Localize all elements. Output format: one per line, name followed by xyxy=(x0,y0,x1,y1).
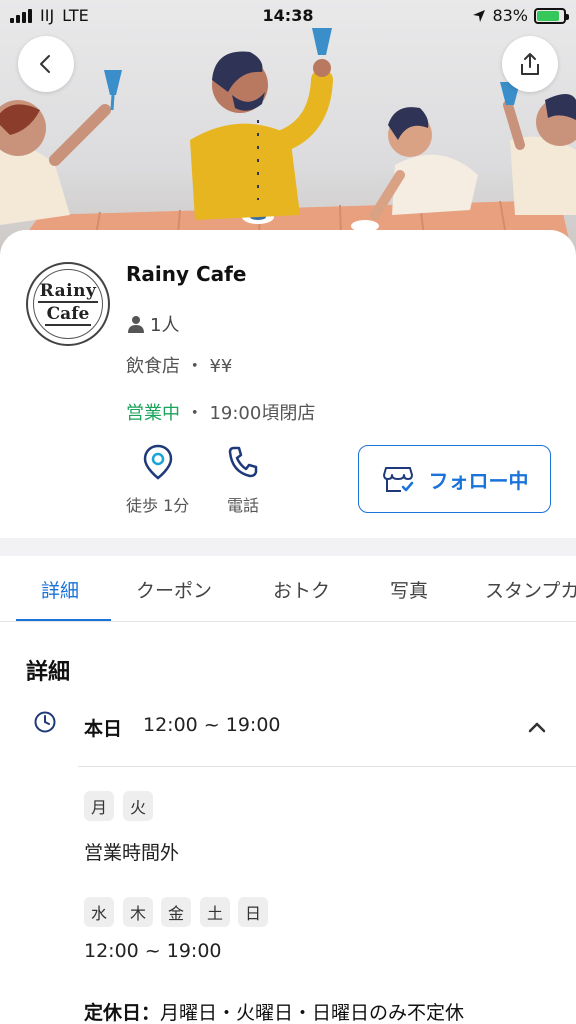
logo-text-line2: Cafe xyxy=(44,303,92,326)
day-chip: 火 xyxy=(123,791,153,821)
battery-icon xyxy=(534,7,569,24)
follow-button[interactable]: フォロー中 xyxy=(358,445,551,513)
shop-category: 飲食店 ・ ¥¥ xyxy=(126,356,233,377)
tab-coupons[interactable]: クーポン xyxy=(136,576,212,603)
shop-name: Rainy Cafe xyxy=(126,262,247,286)
day-chip: 日 xyxy=(238,897,268,927)
shop-logo-inner: Rainy Cafe xyxy=(33,269,103,339)
store-check-icon xyxy=(382,467,413,492)
open-status-label: 営業中 xyxy=(126,403,180,424)
status-right: 83% xyxy=(472,6,569,25)
follow-label: フォロー中 xyxy=(428,468,529,493)
walk-directions-button[interactable]: 徒歩 1分 xyxy=(126,444,189,516)
share-icon xyxy=(521,53,539,75)
schedule-text: 営業時間外 xyxy=(84,842,180,864)
open-status: 営業中 ・ 19:00頃閉店 xyxy=(126,399,315,425)
active-tab-indicator xyxy=(16,619,111,621)
schedule-text: 12:00 ~ 19:00 xyxy=(84,940,222,962)
tab-stamp-card[interactable]: スタンプカ xyxy=(485,576,576,603)
day-chip: 木 xyxy=(123,897,153,927)
closing-time-label: ・ 19:00頃閉店 xyxy=(180,403,316,424)
today-hours-row[interactable]: 本日 12:00 ~ 19:00 xyxy=(0,700,576,766)
holiday-label: 定休日： xyxy=(84,1002,161,1024)
day-chip: 月 xyxy=(84,791,114,821)
share-button[interactable] xyxy=(502,36,558,92)
day-chip: 土 xyxy=(200,897,230,927)
holiday-value: 月曜日・火曜日・日曜日のみ不定休 xyxy=(160,1002,465,1024)
shop-logo: Rainy Cafe xyxy=(26,262,110,346)
section-separator xyxy=(0,538,576,556)
today-hours: 12:00 ~ 19:00 xyxy=(143,714,281,736)
phone-button[interactable]: 電話 xyxy=(226,444,260,516)
day-chip: 水 xyxy=(84,897,114,927)
followers-label: 1人 xyxy=(150,315,180,336)
chevron-left-icon xyxy=(40,55,50,73)
tab-deals[interactable]: おトク xyxy=(273,576,330,603)
person-icon xyxy=(128,316,144,333)
logo-text-line1: Rainy xyxy=(37,280,99,303)
location-arrow-icon xyxy=(473,9,486,22)
regular-holiday: 定休日：月曜日・火曜日・日曜日のみ不定休 xyxy=(84,998,464,1024)
followers-count: 1人 xyxy=(126,311,179,337)
phone-label: 電話 xyxy=(226,496,259,515)
back-button[interactable] xyxy=(18,36,74,92)
detail-divider xyxy=(78,766,576,767)
today-label: 本日 xyxy=(84,718,123,740)
clock-icon xyxy=(34,711,56,733)
walk-label: 徒歩 1分 xyxy=(126,496,190,515)
battery-percent: 83% xyxy=(492,6,528,25)
day-chip: 金 xyxy=(161,897,191,927)
chevron-up-icon[interactable] xyxy=(526,716,548,738)
status-bar: IIJ LTE 14:38 83% xyxy=(0,0,576,32)
detail-section-title: 詳細 xyxy=(26,660,71,685)
battery-fill xyxy=(537,10,559,21)
tab-bar: 詳細 クーポン おトク 写真 スタンプカ xyxy=(0,556,576,622)
tab-photos[interactable]: 写真 xyxy=(390,576,428,603)
phone-icon xyxy=(228,446,258,478)
tab-details[interactable]: 詳細 xyxy=(41,576,79,603)
map-pin-icon xyxy=(143,444,172,480)
